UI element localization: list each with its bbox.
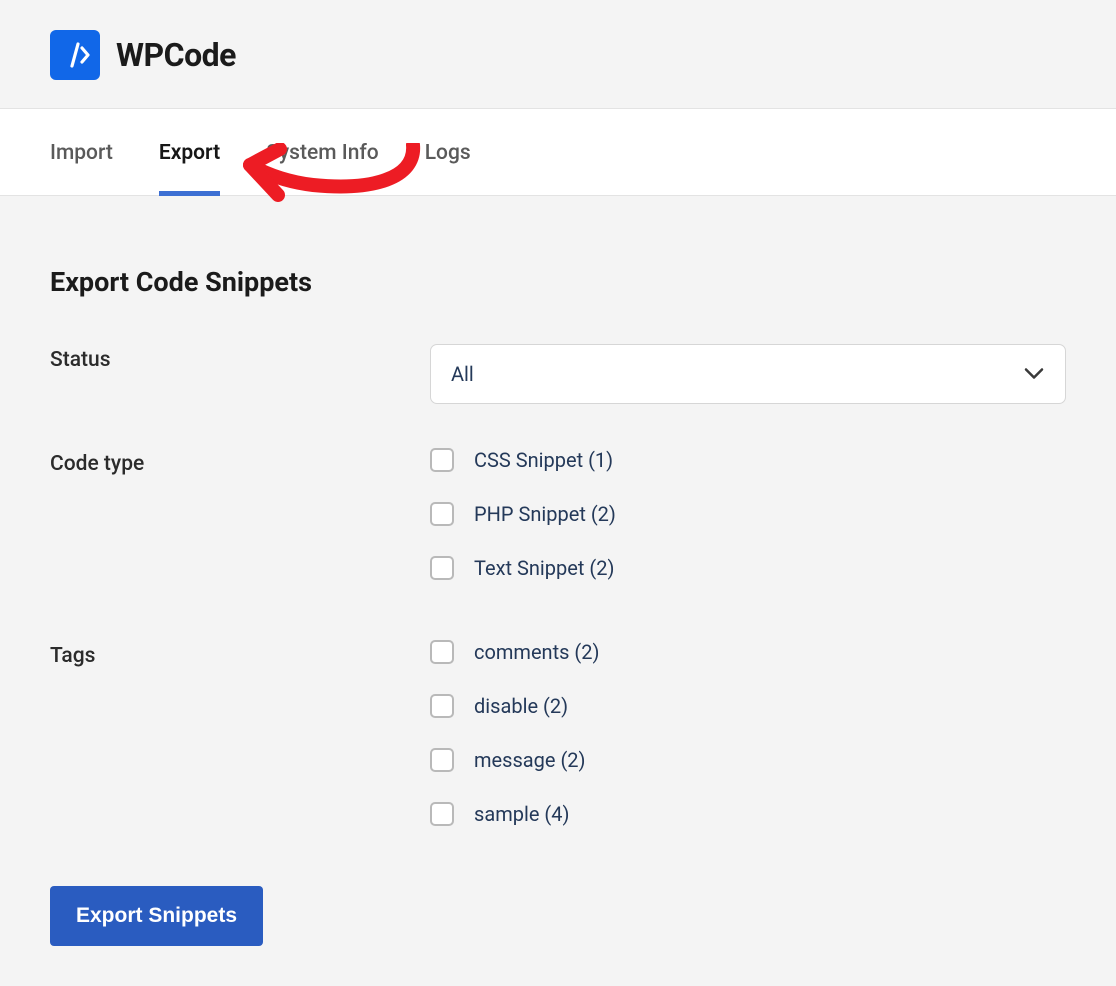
- tag-item: message (2): [430, 748, 1066, 772]
- checkbox-text-snippet[interactable]: [430, 556, 454, 580]
- checkbox-label[interactable]: Text Snippet (2): [474, 556, 614, 580]
- checkbox-label[interactable]: CSS Snippet (1): [474, 448, 613, 472]
- tab-export[interactable]: Export: [159, 109, 220, 195]
- tag-item: disable (2): [430, 694, 1066, 718]
- label-code-type: Code type: [50, 448, 430, 580]
- checkbox-label[interactable]: message (2): [474, 748, 586, 772]
- checkbox-tag-disable[interactable]: [430, 694, 454, 718]
- tag-item: sample (4): [430, 802, 1066, 826]
- checkbox-css-snippet[interactable]: [430, 448, 454, 472]
- checkbox-label[interactable]: PHP Snippet (2): [474, 502, 616, 526]
- export-snippets-button[interactable]: Export Snippets: [50, 886, 263, 946]
- checkbox-tag-sample[interactable]: [430, 802, 454, 826]
- checkbox-tag-message[interactable]: [430, 748, 454, 772]
- checkbox-tag-comments[interactable]: [430, 640, 454, 664]
- tab-logs[interactable]: Logs: [425, 109, 471, 195]
- tag-item: comments (2): [430, 640, 1066, 664]
- row-tags: Tags comments (2) disable (2) message (2…: [50, 640, 1066, 826]
- tab-import[interactable]: Import: [50, 109, 113, 195]
- code-type-item: PHP Snippet (2): [430, 502, 1066, 526]
- row-code-type: Code type CSS Snippet (1) PHP Snippet (2…: [50, 448, 1066, 580]
- code-type-item: CSS Snippet (1): [430, 448, 1066, 472]
- tab-bar: Import Export System Info Logs: [0, 108, 1116, 196]
- checkbox-label[interactable]: sample (4): [474, 802, 569, 826]
- status-select[interactable]: All: [430, 344, 1066, 404]
- page-content: Export Code Snippets Status All Code typ…: [0, 196, 1116, 986]
- status-select-value: All: [451, 362, 474, 386]
- label-status: Status: [50, 344, 430, 404]
- code-slash-icon: [60, 40, 90, 70]
- row-status: Status All: [50, 344, 1066, 404]
- label-tags: Tags: [50, 640, 430, 826]
- checkbox-label[interactable]: comments (2): [474, 640, 599, 664]
- page-title: Export Code Snippets: [50, 266, 1066, 298]
- app-header: WPCode: [0, 0, 1116, 108]
- tags-list: comments (2) disable (2) message (2) sam…: [430, 640, 1066, 826]
- checkbox-php-snippet[interactable]: [430, 502, 454, 526]
- code-type-list: CSS Snippet (1) PHP Snippet (2) Text Sni…: [430, 448, 1066, 580]
- brand-logo: [50, 30, 100, 80]
- code-type-item: Text Snippet (2): [430, 556, 1066, 580]
- checkbox-label[interactable]: disable (2): [474, 694, 568, 718]
- brand-name: WPCode: [116, 36, 236, 74]
- tab-system-info[interactable]: System Info: [266, 109, 379, 195]
